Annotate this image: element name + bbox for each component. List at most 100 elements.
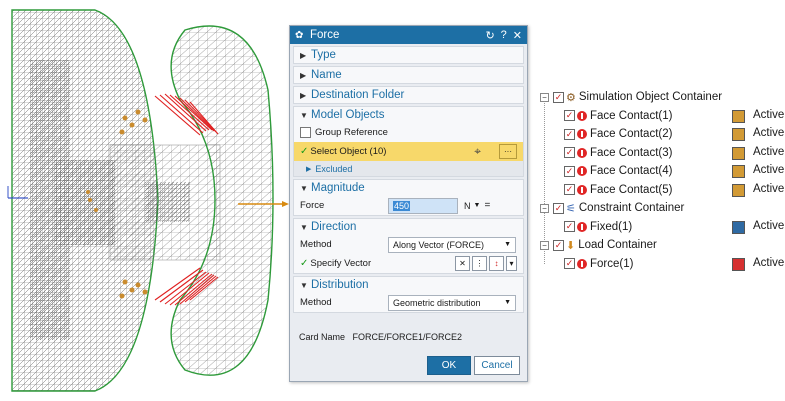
tree-container-row[interactable]: − ✓ ⬇ Load Container: [534, 236, 785, 254]
visibility-checkbox[interactable]: ✓: [553, 239, 564, 251]
dialog-footer: Card Name FORCE/FORCE1/FORCE2 OK Cancel: [290, 323, 527, 381]
status-alert-icon: [577, 221, 587, 232]
specify-vector-row[interactable]: ✓ Specify Vector ✕ ⋮ ↕ ▾: [294, 254, 523, 273]
tree-item-row[interactable]: ✓ Face Contact(1) Active: [534, 107, 785, 125]
cancel-button[interactable]: Cancel: [474, 356, 520, 375]
inferred-vector-icon[interactable]: ⋮: [472, 256, 487, 271]
reverse-direction-icon[interactable]: ✕: [455, 256, 470, 271]
connector-arrow: [238, 201, 289, 207]
status-text: Active: [753, 127, 785, 139]
help-icon[interactable]: ?: [501, 29, 507, 41]
visibility-checkbox[interactable]: ✓: [564, 165, 575, 177]
status-alert-icon: [577, 166, 587, 176]
model-objects-header[interactable]: ▼ Model Objects: [294, 107, 523, 123]
force-label: Force: [300, 200, 325, 211]
section-magnitude: ▼ Magnitude Force 450 N ▼ =: [293, 179, 524, 216]
ok-button[interactable]: OK: [427, 356, 471, 375]
visibility-checkbox[interactable]: ✓: [564, 110, 575, 121]
distribution-method-row: Method Geometric distribution ▼: [294, 293, 523, 312]
excluded-subsection[interactable]: ▶ Excluded: [294, 161, 523, 176]
visibility-checkbox[interactable]: ✓: [553, 91, 564, 103]
card-name-value: FORCE/FORCE1/FORCE2: [352, 332, 463, 342]
equals-icon[interactable]: =: [484, 200, 490, 211]
section-destination-folder[interactable]: ▶ Destination Folder: [293, 86, 524, 104]
force-input[interactable]: 450: [388, 197, 458, 214]
section-destination-label: Destination Folder: [311, 89, 405, 101]
collapse-icon[interactable]: −: [540, 92, 549, 102]
color-swatch: [732, 165, 745, 178]
color-swatch: [732, 146, 745, 160]
color-swatch: [732, 257, 745, 271]
excluded-label: Excluded: [315, 163, 353, 174]
tree-item-row[interactable]: ✓ Face Contact(5) Active: [534, 181, 785, 199]
direction-method-select[interactable]: Along Vector (FORCE) ▼: [388, 236, 516, 253]
unit-dropdown-icon[interactable]: ▼: [474, 202, 481, 209]
tree-item-label: Force(1): [590, 257, 634, 270]
chevron-down-icon: ▼: [300, 110, 308, 120]
visibility-checkbox[interactable]: ✓: [553, 202, 564, 214]
section-type-label: Type: [311, 49, 336, 61]
tree-item-label: Face Contact(5): [590, 183, 673, 196]
crosshair-icon[interactable]: ⌖: [474, 144, 481, 159]
color-swatch: [732, 109, 745, 123]
direction-method-value: Along Vector (FORCE): [393, 239, 485, 250]
visibility-checkbox[interactable]: ✓: [564, 258, 575, 269]
status-alert-icon: [577, 110, 587, 121]
distribution-header[interactable]: ▼ Distribution: [294, 277, 523, 293]
section-type[interactable]: ▶ Type: [293, 46, 524, 64]
group-reference-row[interactable]: Group Reference: [294, 123, 523, 142]
force-row: Force 450 N ▼ =: [294, 196, 523, 215]
vector-arrow-icon[interactable]: ↕: [489, 256, 504, 271]
collapse-icon[interactable]: −: [540, 240, 549, 250]
chevron-down-icon: ▼: [300, 280, 308, 290]
card-name: Card Name FORCE/FORCE1/FORCE2: [299, 332, 462, 342]
color-swatch: [732, 220, 745, 234]
more-options-icon[interactable]: ···: [499, 144, 517, 159]
tree-item-label: Simulation Object Container: [578, 91, 723, 103]
tree-item-row[interactable]: ✓ Face Contact(3) Active: [534, 144, 785, 162]
dialog-title: Force: [310, 29, 340, 41]
force-unit[interactable]: N: [464, 201, 471, 211]
tree-item-label: Fixed(1): [590, 220, 633, 233]
visibility-checkbox[interactable]: ✓: [564, 147, 575, 158]
load-icon: ⬇: [566, 239, 576, 252]
distribution-method-label: Method: [300, 297, 332, 308]
section-model-objects-label: Model Objects: [311, 109, 385, 121]
status-text: Active: [753, 108, 785, 121]
status-alert-icon: [577, 258, 587, 269]
tree-item-row[interactable]: ✓ Force(1) Active: [534, 255, 785, 273]
tree-item-row[interactable]: ✓ Face Contact(4) Active: [534, 162, 785, 180]
distribution-method-value: Geometric distribution: [393, 297, 481, 308]
chevron-right-icon: ▶: [300, 50, 307, 60]
direction-method-label: Method: [300, 239, 332, 250]
distribution-method-select[interactable]: Geometric distribution ▼: [388, 294, 516, 311]
visibility-checkbox[interactable]: ✓: [564, 128, 575, 140]
collapse-icon[interactable]: −: [540, 203, 549, 213]
reset-icon[interactable]: ↻: [485, 29, 494, 42]
tree-item-row[interactable]: ✓ Face Contact(2) Active: [534, 125, 785, 143]
status-alert-icon: [577, 129, 587, 139]
constraint-icon: ⚟: [566, 202, 576, 215]
select-object-row[interactable]: ✓ Select Object (10) ⌖ ···: [294, 142, 523, 161]
direction-method-row: Method Along Vector (FORCE) ▼: [294, 235, 523, 254]
section-name[interactable]: ▶ Name: [293, 66, 524, 84]
status-text: Active: [753, 219, 785, 232]
direction-header[interactable]: ▼ Direction: [294, 219, 523, 235]
magnitude-header[interactable]: ▼ Magnitude: [294, 180, 523, 196]
section-distribution-label: Distribution: [311, 279, 369, 291]
tree-container-row[interactable]: − ✓ ⚟ Constraint Container: [534, 199, 785, 217]
group-reference-checkbox[interactable]: [300, 127, 311, 138]
tree-item-row[interactable]: ✓ Fixed(1) Active: [534, 218, 785, 236]
chevron-right-icon: ▶: [300, 70, 307, 80]
chevron-down-icon: ▼: [300, 183, 308, 193]
visibility-checkbox[interactable]: ✓: [564, 184, 575, 195]
checkmark-icon: ✓: [300, 146, 309, 157]
tree-container-row[interactable]: − ✓ ⚙ Simulation Object Container: [534, 88, 785, 106]
status-alert-icon: [577, 184, 587, 195]
force-dialog: ✿ Force ↻ ? ✕ ▶ Type ▶ Name ▶ Destination F…: [289, 25, 528, 382]
close-icon[interactable]: ✕: [513, 29, 522, 42]
section-model-objects: ▼ Model Objects Group Reference ✓ Select …: [293, 106, 524, 177]
status-text: Active: [753, 182, 785, 195]
visibility-checkbox[interactable]: ✓: [564, 221, 575, 232]
vector-dropdown-icon[interactable]: ▾: [506, 256, 517, 271]
